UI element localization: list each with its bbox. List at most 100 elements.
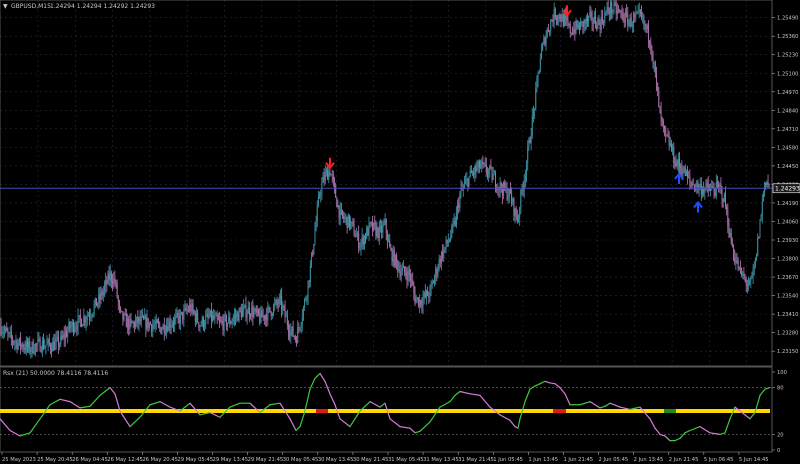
candle-body	[99, 294, 101, 300]
candle-body	[268, 307, 270, 308]
candle-body	[754, 257, 756, 267]
candle-body	[536, 78, 538, 89]
candle-body	[565, 15, 567, 18]
time-label: 31 May 05:45	[388, 457, 424, 463]
candle-body	[588, 16, 590, 21]
candle-body	[715, 182, 717, 196]
candle-body	[541, 49, 542, 60]
candle-body	[489, 166, 491, 171]
candle-body	[385, 219, 387, 233]
chart-menu-marker[interactable]: ▼	[3, 3, 8, 10]
candle-body	[151, 324, 153, 332]
candle-body	[124, 313, 126, 315]
candle-body	[117, 296, 119, 303]
candle-body	[322, 176, 324, 183]
candle-body	[558, 14, 560, 20]
candle-body	[25, 341, 27, 351]
candle-body	[38, 338, 40, 340]
candle-body	[458, 204, 460, 208]
candle-body	[55, 338, 57, 342]
candle-body	[43, 340, 45, 349]
candle-body	[411, 279, 413, 281]
price-label: 1.24450	[777, 164, 798, 170]
time-label: 2 Jun 21:45	[669, 457, 699, 463]
candle-body	[404, 266, 406, 273]
candle-body	[737, 260, 739, 270]
candle-body	[138, 317, 140, 324]
candle-body	[684, 166, 686, 177]
price-label: 1.23540	[777, 294, 798, 300]
candle-body	[274, 303, 276, 306]
candle-body	[478, 161, 480, 169]
price-label: 1.23150	[777, 349, 798, 355]
candle-body	[481, 161, 483, 166]
candle-body	[642, 16, 644, 18]
candle-body	[158, 322, 160, 325]
candle-body	[603, 21, 605, 24]
candle-body	[599, 22, 601, 30]
candle-body	[614, 3, 616, 5]
candle-body	[217, 318, 219, 321]
candle-body	[746, 284, 748, 286]
candle-body	[670, 143, 672, 151]
candle-body	[739, 266, 741, 268]
candle-body	[112, 281, 114, 285]
candle-body	[285, 316, 287, 318]
candle-body	[282, 306, 284, 310]
candle-body	[123, 313, 125, 320]
candle-body	[538, 69, 540, 74]
candle-body	[551, 20, 553, 22]
candle-body	[32, 342, 34, 353]
candle-body	[362, 236, 364, 246]
candle-body	[198, 322, 200, 327]
candle-body	[309, 265, 311, 283]
candle-body	[483, 163, 485, 165]
candle-body	[559, 14, 561, 20]
candle-body	[209, 310, 211, 317]
candle-body	[460, 188, 462, 194]
candle-body	[624, 12, 626, 22]
candle-body	[529, 140, 531, 143]
candle-body	[761, 200, 763, 215]
price-label: 1.23670	[777, 275, 798, 281]
candle-body	[12, 338, 13, 342]
candle-body	[300, 324, 302, 328]
price-label: 1.24710	[777, 127, 798, 133]
candle-body	[720, 184, 722, 188]
time-label: 31 May 21:45	[458, 457, 494, 463]
candle-body	[81, 319, 82, 327]
trading-chart[interactable]: ▼ GBPUSD,M15 1.24294 1.24294 1.24292 1.2…	[0, 0, 800, 464]
candle-body	[276, 300, 278, 304]
candle-body	[373, 222, 375, 231]
candle-body	[666, 134, 668, 136]
candle-body	[130, 318, 132, 322]
candle-body	[429, 287, 431, 298]
candle-body	[685, 171, 687, 177]
candle-body	[708, 189, 710, 191]
candle-body	[339, 209, 341, 219]
candle-body	[522, 189, 524, 191]
price-label: 1.25230	[777, 53, 798, 59]
candle-body	[107, 273, 109, 284]
candle-body	[224, 316, 226, 317]
candle-body	[477, 161, 479, 167]
candle-body	[649, 40, 651, 43]
candle-body	[768, 184, 770, 186]
candle-body	[82, 324, 84, 327]
candle-body	[748, 284, 749, 286]
candle-body	[629, 17, 631, 22]
candle-body	[21, 344, 23, 347]
indicator-pane[interactable]: Rsx (21) 50.0000 78.4116 78.4116	[0, 366, 773, 453]
candle-body	[446, 239, 448, 244]
candle-body	[752, 269, 754, 276]
candle-body	[767, 182, 769, 185]
candle-body	[1, 332, 3, 334]
candle-body	[566, 17, 568, 21]
candle-body	[495, 174, 496, 188]
candle-body	[281, 295, 283, 310]
candle-body	[345, 216, 347, 218]
candle-body	[327, 170, 329, 180]
candle-body	[405, 272, 407, 276]
candle-body	[396, 255, 398, 262]
candle-body	[731, 243, 733, 248]
